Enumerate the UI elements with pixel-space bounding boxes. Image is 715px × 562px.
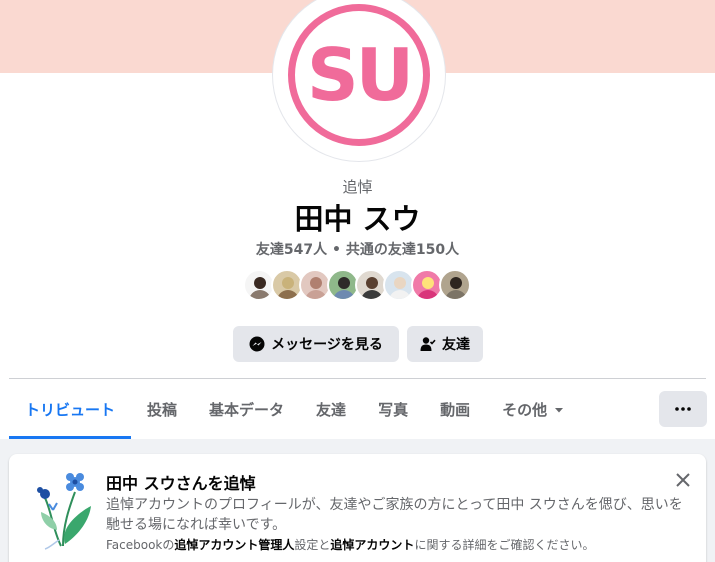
tab-label: 投稿 — [147, 401, 178, 419]
tab-label: 友達 — [316, 401, 347, 419]
profile-avatar[interactable]: SU — [288, 4, 430, 146]
friend-status-button[interactable]: 友達 — [407, 326, 483, 362]
friend-person-check-icon — [420, 337, 436, 351]
profile-name: 田中 スウ — [294, 202, 421, 236]
view-messages-label: メッセージを見る — [271, 337, 383, 353]
memorial-account-link[interactable]: 追悼アカウント — [330, 538, 414, 552]
view-messages-button[interactable]: メッセージを見る — [233, 326, 399, 362]
header-divider — [9, 378, 706, 379]
tab-label: トリビュート — [25, 401, 116, 419]
note-text: に関する詳細をご確認ください。 — [414, 538, 595, 552]
tab-label: 基本データ — [209, 401, 285, 419]
tab-friends[interactable]: 友達 — [300, 380, 362, 439]
messenger-icon — [249, 336, 265, 352]
tribute-note: Facebookの追悼アカウント管理人設定と追悼アカウントに関する詳細をご確認く… — [106, 536, 594, 553]
tab-videos[interactable]: 動画 — [424, 380, 486, 439]
tab-label: 動画 — [440, 401, 471, 419]
friend-status-label: 友達 — [442, 337, 470, 353]
tab-more[interactable]: その他 — [486, 380, 581, 439]
flower-bouquet-icon — [37, 473, 91, 550]
note-text: 設定と — [294, 538, 331, 552]
friend-avatars — [243, 269, 471, 303]
profile-tabs: トリビュート 投稿 基本データ 友達 写真 動画 その他 — [9, 380, 581, 439]
friend-avatar[interactable] — [439, 269, 471, 301]
more-options-button[interactable] — [659, 391, 707, 427]
tribute-card: 田中 スウさんを追悼 追悼アカウントのプロフィールが、友達やご家族の方にとって田… — [9, 454, 706, 562]
tab-about[interactable]: 基本データ — [193, 380, 300, 439]
tab-photos[interactable]: 写真 — [362, 380, 424, 439]
close-icon[interactable] — [673, 470, 693, 490]
tab-label: その他 — [502, 401, 548, 419]
caret-down-icon — [555, 407, 564, 412]
memorial-label: 追悼 — [342, 178, 373, 196]
avatar-initials: SU — [306, 33, 414, 117]
tribute-title: 田中 スウさんを追悼 — [106, 474, 256, 493]
profile-header: SU 追悼 田中 スウ 友達547人 • 共通の友達150人 メッセージを見る … — [0, 0, 715, 439]
tab-tribute[interactable]: トリビュート — [9, 380, 132, 439]
tab-posts[interactable]: 投稿 — [131, 380, 193, 439]
ellipsis-icon — [675, 407, 691, 411]
tribute-body: 追悼アカウントのプロフィールが、友達やご家族の方にとって田中 スウさんを偲び、思… — [106, 497, 683, 533]
memorial-contact-link[interactable]: 追悼アカウント管理人 — [174, 538, 294, 552]
friend-stats[interactable]: 友達547人 • 共通の友達150人 — [0, 239, 715, 259]
note-text: Facebookの — [106, 538, 175, 552]
tab-label: 写真 — [378, 401, 409, 419]
